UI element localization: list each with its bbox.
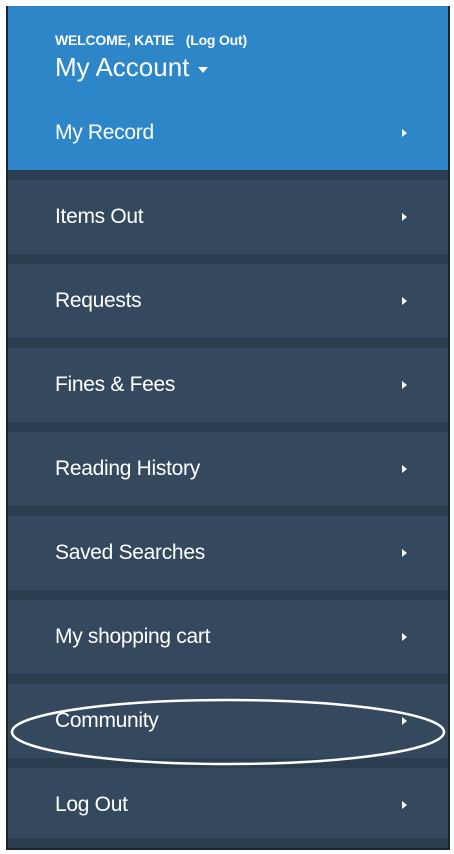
menu-item-label: My shopping cart: [55, 625, 211, 648]
chevron-right-icon: [402, 297, 407, 305]
menu-item-label: My Record: [55, 121, 154, 144]
menu-item-items-out[interactable]: Items Out: [8, 180, 448, 254]
chevron-right-icon: [402, 381, 407, 389]
chevron-right-icon: [402, 801, 407, 809]
menu-item-requests[interactable]: Requests: [8, 264, 448, 338]
account-sidebar: WELCOME, KATIE (Log Out) My Account My R…: [6, 6, 450, 850]
menu-item-log-out[interactable]: Log Out: [8, 768, 448, 842]
caret-down-icon: [198, 66, 209, 73]
menu-item-saved-searches[interactable]: Saved Searches: [8, 516, 448, 590]
account-header: WELCOME, KATIE (Log Out) My Account: [8, 6, 448, 96]
menu-item-shopping-cart[interactable]: My shopping cart: [8, 600, 448, 674]
welcome-text: WELCOME, KATIE: [55, 32, 175, 48]
menu-item-label: Requests: [55, 289, 142, 312]
chevron-right-icon: [402, 717, 407, 725]
menu-item-label: Fines & Fees: [55, 373, 176, 396]
chevron-right-icon: [402, 549, 407, 557]
my-account-dropdown[interactable]: My Account: [55, 52, 209, 83]
welcome-line: WELCOME, KATIE (Log Out): [55, 32, 247, 48]
chevron-right-icon: [402, 465, 407, 473]
menu-item-label: Log Out: [55, 793, 128, 816]
menu-item-reading-history[interactable]: Reading History: [8, 432, 448, 506]
menu-item-label: Reading History: [55, 457, 200, 480]
chevron-right-icon: [402, 129, 407, 137]
chevron-right-icon: [402, 633, 407, 641]
account-title: My Account: [55, 52, 190, 82]
header-logout-link[interactable]: (Log Out): [186, 32, 247, 48]
menu-item-my-record[interactable]: My Record: [8, 96, 448, 170]
menu-item-label: Saved Searches: [55, 541, 205, 564]
menu-item-label: Community: [55, 709, 159, 732]
menu-item-community[interactable]: Community: [8, 684, 448, 758]
bottom-strip: [8, 838, 448, 848]
chevron-right-icon: [402, 213, 407, 221]
menu-item-label: Items Out: [55, 205, 144, 228]
menu-item-fines-fees[interactable]: Fines & Fees: [8, 348, 448, 422]
